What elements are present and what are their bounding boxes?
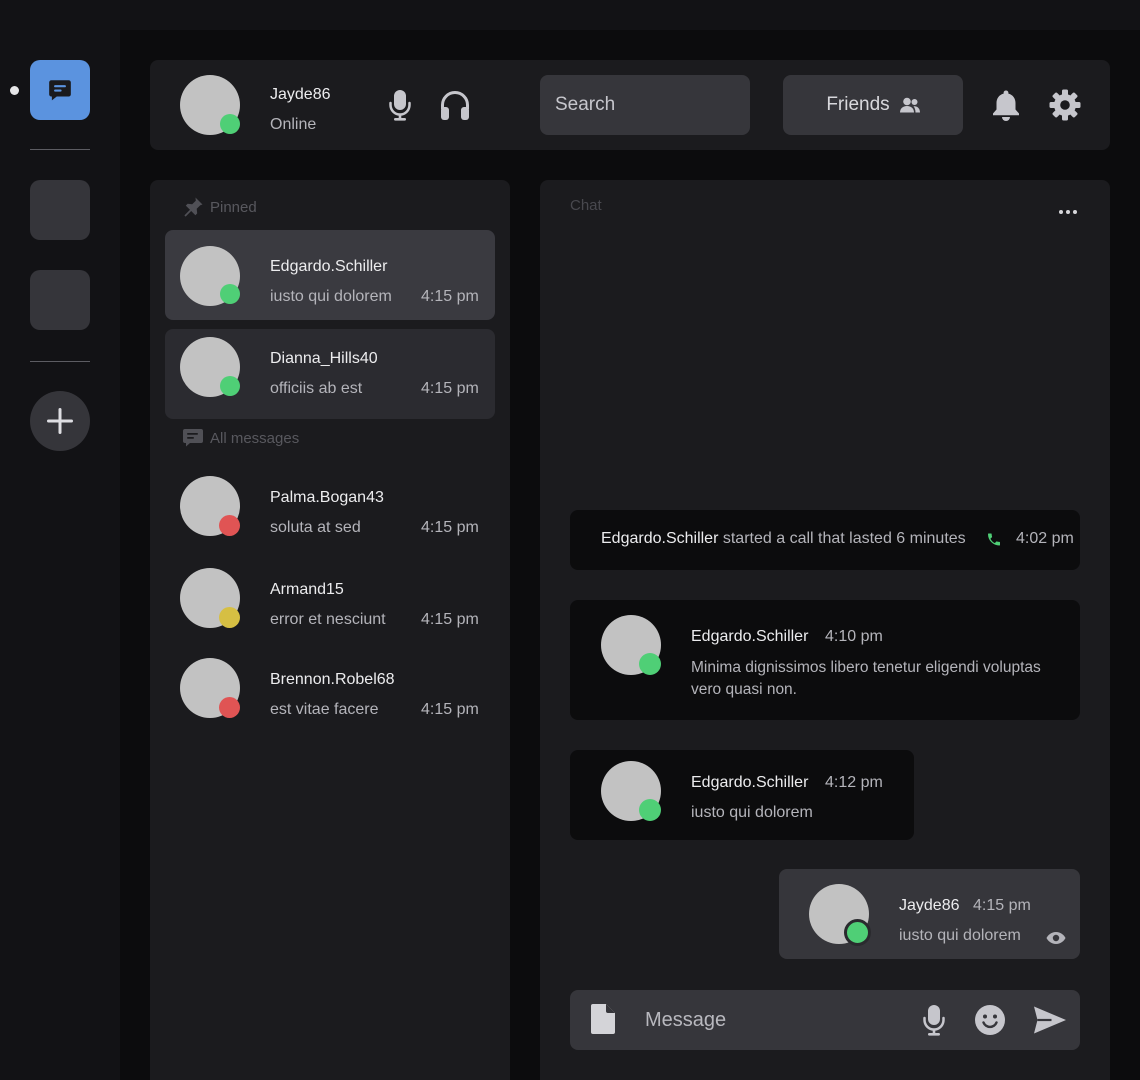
message-text: Minima dignissimos libero tenetur eligen…: [691, 659, 1041, 698]
message-text: iusto qui dolorem: [899, 927, 1021, 944]
message-author: Edgardo.Schiller: [691, 628, 809, 645]
call-event-text: Edgardo.Schiller started a call that las…: [601, 530, 966, 548]
gear-icon: [1049, 89, 1081, 121]
settings-button[interactable]: [1047, 87, 1083, 123]
status-online-indicator: [220, 114, 240, 134]
bell-icon: [993, 90, 1019, 121]
all-messages-label: All messages: [210, 429, 300, 447]
conversation-preview: soluta at sed: [270, 519, 361, 536]
message-author: Edgardo.Schiller: [691, 774, 809, 791]
notifications-button[interactable]: [989, 88, 1023, 122]
conversation-name: Edgardo.Schiller: [270, 258, 388, 275]
call-description: started a call that lasted 6 minutes: [722, 530, 966, 547]
conversation-preview: error et nesciunt: [270, 611, 386, 628]
status-online-indicator: [220, 284, 240, 304]
microphone-icon: [389, 90, 411, 121]
status-online-indicator: [844, 919, 871, 946]
conversation-time: 4:15 pm: [421, 380, 479, 397]
server-button[interactable]: [30, 270, 90, 330]
deafen-button[interactable]: [438, 88, 472, 122]
call-caller-name: Edgardo.Schiller: [601, 530, 719, 547]
conversation-preview: iusto qui dolorem: [270, 288, 392, 305]
message-author: Jayde86: [899, 897, 960, 914]
plus-icon: [47, 408, 73, 434]
pinned-label: Pinned: [210, 198, 257, 216]
microphone-icon: [923, 1005, 945, 1036]
user-status-text: Online: [270, 116, 317, 133]
server-rail: [0, 0, 120, 1080]
users-icon: [899, 97, 920, 113]
status-busy-indicator: [219, 697, 240, 718]
conversation-time: 4:15 pm: [421, 701, 479, 718]
mute-button[interactable]: [386, 88, 414, 122]
message-text: iusto qui dolorem: [691, 804, 813, 821]
pinned-section-header: Pinned: [182, 196, 257, 218]
all-messages-section-header: All messages: [182, 428, 299, 448]
username: Jayde86: [270, 86, 331, 103]
direct-messages-button[interactable]: [30, 60, 90, 120]
avatar[interactable]: [601, 761, 661, 821]
rail-divider: [30, 149, 90, 150]
conversation-preview: officiis ab est: [270, 380, 363, 397]
avatar[interactable]: [601, 615, 661, 675]
conversation-name: Dianna_Hills40: [270, 350, 378, 367]
chat-bubble-icon: [49, 80, 71, 101]
message-time: 4:12 pm: [825, 774, 883, 791]
active-indicator: [10, 86, 19, 95]
conversation-name: Armand15: [270, 581, 344, 598]
add-server-button[interactable]: [30, 391, 90, 451]
send-button[interactable]: [1032, 1003, 1068, 1037]
conversation-name: Brennon.Robel68: [270, 671, 395, 688]
avatar: [180, 337, 240, 397]
search-input[interactable]: [555, 94, 735, 116]
friends-button-label: Friends: [826, 94, 890, 115]
conversation-time: 4:15 pm: [421, 611, 479, 628]
avatar: [180, 568, 240, 628]
chat-options-button[interactable]: [1054, 202, 1082, 222]
attach-file-button[interactable]: [589, 1002, 617, 1036]
more-horizontal-icon: [1059, 210, 1077, 214]
send-icon: [1034, 1006, 1066, 1034]
status-online-indicator: [639, 653, 661, 675]
message-input[interactable]: [645, 990, 905, 1050]
call-time: 4:02 pm: [1016, 530, 1074, 547]
rail-divider: [30, 361, 90, 362]
avatar: [180, 658, 240, 718]
avatar[interactable]: [180, 75, 240, 135]
status-away-indicator: [219, 607, 240, 628]
message-time: 4:10 pm: [825, 628, 883, 645]
avatar: [180, 476, 240, 536]
emoji-button[interactable]: [973, 1003, 1007, 1037]
headphones-icon: [441, 91, 469, 120]
status-online-indicator: [639, 799, 661, 821]
voice-message-button[interactable]: [920, 1003, 948, 1037]
avatar: [180, 246, 240, 306]
status-online-indicator: [220, 376, 240, 396]
search-bar[interactable]: [540, 75, 750, 135]
conversation-time: 4:15 pm: [421, 519, 479, 536]
seen-eye-icon: [1046, 931, 1066, 950]
server-button[interactable]: [30, 180, 90, 240]
avatar[interactable]: [809, 884, 871, 946]
phone-icon: [986, 531, 1002, 553]
conversation-name: Palma.Bogan43: [270, 489, 384, 506]
smiley-icon: [975, 1005, 1005, 1035]
conversation-time: 4:15 pm: [421, 288, 479, 305]
chat-panel-title: Chat: [570, 197, 602, 214]
pin-icon: [184, 197, 203, 217]
message-icon: [183, 429, 203, 447]
file-icon: [591, 1004, 615, 1034]
status-busy-indicator: [219, 515, 240, 536]
message-time: 4:15 pm: [973, 897, 1031, 914]
friends-button[interactable]: Friends: [783, 75, 963, 135]
conversation-preview: est vitae facere: [270, 701, 379, 718]
